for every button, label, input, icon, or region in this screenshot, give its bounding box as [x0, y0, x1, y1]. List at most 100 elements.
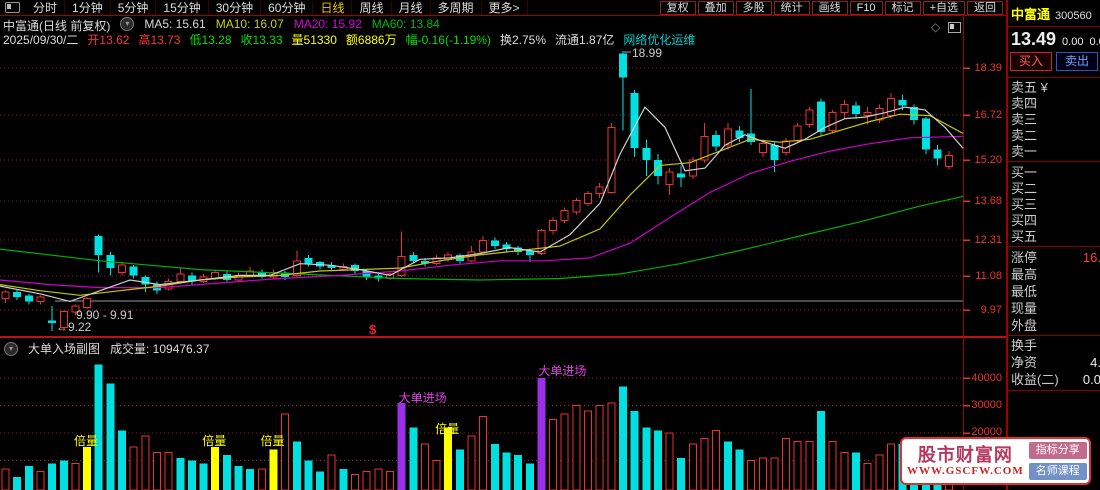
watermark-badge[interactable]: 指标分享: [1028, 442, 1087, 459]
watermark-url: WWW.GSCFW.COM: [907, 465, 1024, 477]
sell-level-row[interactable]: 卖一: [1011, 144, 1100, 160]
double-volume-label: 倍量: [202, 434, 227, 448]
tool-button[interactable]: 复权: [659, 0, 696, 15]
double-volume-label: 倍量: [260, 434, 285, 448]
sell-level-row-label: 卖一: [1011, 144, 1038, 159]
stat-row: 最低: [1011, 284, 1100, 300]
divider: [1008, 335, 1100, 336]
window-icon[interactable]: [5, 2, 20, 13]
sell-level-row-label: 卖二: [1011, 128, 1038, 143]
stat-row: 外盘: [1011, 318, 1100, 334]
info-segment: 开13.62: [87, 33, 130, 47]
stat-row-value: 4.: [1090, 355, 1100, 370]
tool-buttons: 复权 叠加 多股 统计 画线 F10 标记 +自选 返回: [659, 0, 1003, 15]
sell-level-row-label: 卖三: [1011, 112, 1038, 127]
stat-row: 现量: [1011, 301, 1100, 317]
divider: [1008, 246, 1100, 247]
volume-axis-label: 40000: [971, 372, 1002, 384]
split-panel-icon[interactable]: [948, 21, 962, 33]
tool-button[interactable]: F10: [849, 0, 883, 15]
chevron-down-icon[interactable]: ▾: [4, 341, 18, 356]
price-axis-label: 18.39: [974, 62, 1002, 74]
dollar-drawing-marker[interactable]: $: [369, 322, 376, 337]
info-segment: 量51330: [291, 33, 337, 47]
period-tab[interactable]: 分时: [26, 0, 66, 15]
buy-level-row-label: 买五: [1011, 229, 1038, 244]
info-segment: 额6886万: [345, 33, 397, 47]
tool-button[interactable]: 叠加: [697, 0, 734, 15]
tool-button[interactable]: 画线: [811, 0, 848, 15]
price-axis-label: 9.97: [980, 304, 1002, 316]
watermark-badges: 指标分享 名师课程: [1028, 442, 1087, 480]
main-chart[interactable]: [0, 0, 1007, 490]
sell-level-row[interactable]: 卖四: [1011, 96, 1100, 112]
price-row: 13.49 0.00 0.0: [1011, 29, 1100, 50]
period-tab[interactable]: 多周期: [431, 0, 482, 15]
tool-button[interactable]: 统计: [773, 0, 810, 15]
sell-level-row-label: 卖五 ¥: [1011, 80, 1048, 95]
buy-level-row-label: 买三: [1011, 197, 1038, 212]
buy-level-row-label: 买二: [1011, 181, 1038, 196]
period-tab[interactable]: 月线: [392, 0, 431, 15]
info-bar: 2025/09/30/二 开13.62 高13.73 低13.28 收13.33 量513…: [3, 31, 695, 48]
buy-level-row[interactable]: 买一: [1011, 165, 1100, 181]
period-tab[interactable]: 60分钟: [261, 0, 314, 15]
buy-level-row-label: 买四: [1011, 213, 1038, 228]
double-volume-label: 倍量: [74, 434, 99, 448]
volume-panel-title: 大单入场副图: [28, 342, 101, 356]
tool-button[interactable]: +自选: [922, 0, 965, 15]
period-tabs: 分时 1分钟 5分钟 15分钟 30分钟 60分钟 日线 周线 月线 多周期 更多>: [26, 0, 528, 15]
stat-row-label: 换手: [1011, 338, 1038, 353]
sell-level-row[interactable]: 卖二: [1011, 128, 1100, 144]
buy-level-row-label: 买一: [1011, 165, 1038, 180]
stat-row-value: 16.: [1082, 250, 1100, 265]
info-segment: 低13.28: [189, 33, 232, 47]
period-tab[interactable]: 1分钟: [65, 0, 111, 15]
price-axis-label: 11.08: [975, 270, 1002, 282]
info-segment: 收13.33: [240, 33, 283, 47]
watermark-banner: 股市财富网 WWW.GSCFW.COM 指标分享名师课程: [900, 437, 1091, 485]
stat-row: 最高: [1011, 267, 1100, 283]
watermark-badge[interactable]: 名师课程: [1028, 463, 1087, 480]
stat-row-label: 现量: [1011, 301, 1038, 316]
tool-button[interactable]: 标记: [884, 0, 921, 15]
sell-level-row[interactable]: 卖三: [1011, 112, 1100, 128]
stat-row-label: 外盘: [1011, 318, 1038, 333]
buy-level-row[interactable]: 买四: [1011, 213, 1100, 229]
buy-level-row[interactable]: 买三: [1011, 197, 1100, 213]
period-tab[interactable]: 更多>: [482, 0, 528, 15]
period-tab[interactable]: 周线: [352, 0, 392, 15]
stock-app-window: { "toolbar": { "periods": [ {"label":"分时…: [0, 0, 1100, 490]
period-tab[interactable]: 15分钟: [156, 0, 209, 15]
sell-level-row[interactable]: 卖五 ¥: [1011, 80, 1100, 96]
buy-level-row[interactable]: 买二: [1011, 181, 1100, 197]
info-segment: 幅-0.16(-1.19%): [405, 33, 491, 47]
low-price-annotation: ←9.22: [56, 320, 92, 334]
tool-button[interactable]: 多股: [735, 0, 772, 15]
stock-name: 中富通: [1011, 7, 1051, 22]
price-axis-label: 13.68: [974, 195, 1002, 207]
trade-buttons: 买入 卖出: [1010, 52, 1098, 71]
stat-row: 收益(二) 0.0: [1011, 372, 1100, 388]
buy-button[interactable]: 买入: [1010, 52, 1052, 71]
sell-button[interactable]: 卖出: [1056, 52, 1098, 71]
stat-row: 涨停 16.: [1011, 250, 1100, 266]
price-axis-label: 12.31: [974, 234, 1002, 246]
price-axis-label: 15.20: [974, 154, 1002, 166]
period-tab[interactable]: 5分钟: [111, 0, 157, 15]
price-change-pct: 0.0: [1089, 36, 1100, 48]
stat-row-label: 收益(二): [1011, 372, 1059, 387]
buy-level-row[interactable]: 买五: [1011, 229, 1100, 245]
period-tab[interactable]: 日线: [313, 0, 353, 15]
watermark-text: 股市财富网 WWW.GSCFW.COM: [907, 445, 1024, 477]
info-segment: 换2.75%: [499, 33, 547, 47]
chevron-down-icon[interactable]: ▾: [120, 17, 135, 31]
last-price: 13.49: [1011, 29, 1057, 49]
double-volume-label: 倍量: [435, 422, 460, 436]
tool-button[interactable]: 返回: [967, 0, 1003, 15]
stock-code: 300560: [1055, 10, 1092, 22]
stat-row-label: 涨停: [1011, 250, 1038, 265]
period-tab[interactable]: 30分钟: [209, 0, 262, 15]
diamond-icon[interactable]: ◇: [931, 20, 940, 34]
top-toolbar: 分时 1分钟 5分钟 15分钟 30分钟 60分钟 日线 周线 月线 多周期 更多> 复权 叠加 多股统…: [0, 0, 1007, 15]
